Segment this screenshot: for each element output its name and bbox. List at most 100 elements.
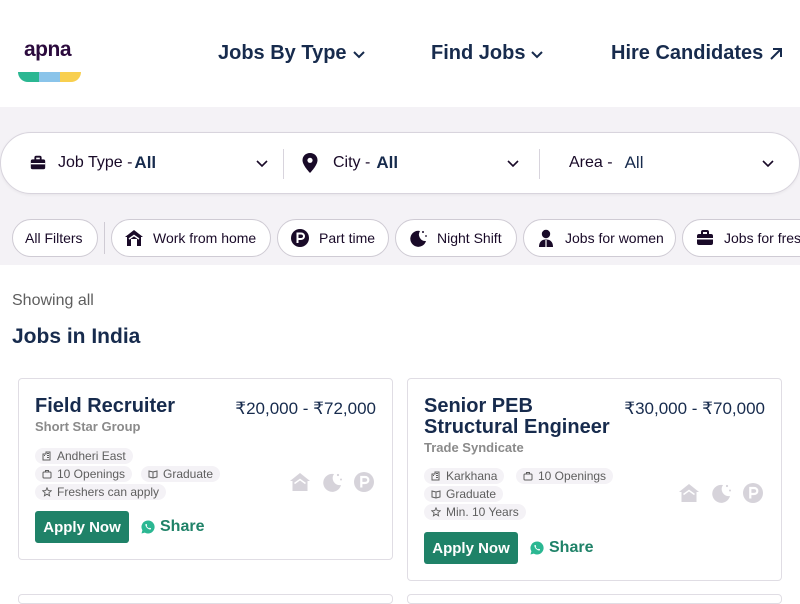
results-heading: Jobs in India xyxy=(12,325,141,348)
logo-bar-green xyxy=(18,72,39,82)
experience-text: Freshers can apply xyxy=(57,485,160,499)
star-icon xyxy=(431,507,441,517)
job-type-value: All xyxy=(134,153,157,172)
star-icon xyxy=(42,487,52,497)
location-text: Andheri East xyxy=(57,449,126,463)
job-card[interactable]: Field Recruiter Short Star Group ₹20,000… xyxy=(18,378,393,560)
nav-hire-candidates[interactable]: Hire Candidates xyxy=(611,42,784,65)
job-type-select[interactable]: Job Type - All xyxy=(29,133,279,193)
apply-now-button[interactable]: Apply Now xyxy=(424,532,518,564)
nav-hire-candidates-label: Hire Candidates xyxy=(611,42,764,64)
city-select[interactable]: City - All xyxy=(302,133,532,193)
job-feature-icons xyxy=(289,471,375,493)
home-icon xyxy=(125,230,143,246)
briefcase-icon xyxy=(30,155,46,170)
chevron-down-icon xyxy=(507,160,519,168)
salary: ₹20,000 - ₹72,000 xyxy=(235,399,376,418)
part-time-icon xyxy=(291,229,309,247)
share-label: Share xyxy=(160,518,205,535)
company-name: Trade Syndicate xyxy=(424,440,524,455)
job-title[interactable]: Field Recruiter xyxy=(35,396,175,417)
arrow-up-right-icon xyxy=(770,47,783,60)
experience-tag: Min. 10 Years xyxy=(424,504,526,520)
moon-icon xyxy=(323,473,342,492)
education-text: Graduate xyxy=(446,487,497,501)
share-button[interactable]: Share xyxy=(141,518,204,536)
building-icon xyxy=(431,471,440,481)
openings-text: 10 Openings xyxy=(538,469,607,483)
showing-text: Showing all xyxy=(12,292,94,309)
nav-jobs-by-type[interactable]: Jobs By Type xyxy=(218,42,366,65)
chip-work-from-home[interactable]: Work from home xyxy=(111,219,271,257)
chevron-down-icon xyxy=(531,50,544,58)
education-tag: Graduate xyxy=(424,486,504,502)
all-filters-button[interactable]: All Filters xyxy=(12,219,98,257)
graduation-icon xyxy=(431,490,441,499)
openings-tag: 10 Openings xyxy=(516,468,614,484)
search-divider xyxy=(283,149,284,179)
location-tag: Karkhana xyxy=(424,468,505,484)
salary: ₹30,000 - ₹70,000 xyxy=(624,399,765,418)
chip-night-shift[interactable]: Night Shift xyxy=(395,219,517,257)
part-time-icon xyxy=(354,472,374,492)
whatsapp-icon xyxy=(530,541,544,555)
chevron-down-icon xyxy=(352,50,365,58)
experience-text: Min. 10 Years xyxy=(446,505,519,519)
logo-text: apna xyxy=(24,38,72,61)
logo-bar-yellow xyxy=(60,72,81,82)
experience-tag: Freshers can apply xyxy=(35,484,167,500)
graduation-icon xyxy=(148,470,158,479)
woman-icon xyxy=(539,229,553,247)
openings-tag: 10 Openings xyxy=(35,466,133,482)
search-divider xyxy=(539,149,540,179)
openings-text: 10 Openings xyxy=(57,467,126,481)
company-name: Short Star Group xyxy=(35,419,141,434)
job-card-partial[interactable] xyxy=(18,594,393,604)
chip-jobs-for-freshers[interactable]: Jobs for fresh xyxy=(682,219,800,257)
education-tag: Graduate xyxy=(141,466,221,482)
chip-label: Jobs for women xyxy=(565,230,664,246)
job-title[interactable]: Senior PEB Structural Engineer xyxy=(424,396,614,438)
whatsapp-icon xyxy=(141,520,155,534)
openings-icon xyxy=(42,470,52,479)
location-text: Karkhana xyxy=(446,469,498,483)
chip-part-time[interactable]: Part time xyxy=(277,219,389,257)
logo-bar-blue xyxy=(39,72,60,82)
nav-jobs-by-type-label: Jobs By Type xyxy=(218,42,347,64)
area-label: Area - xyxy=(569,154,613,171)
nav-find-jobs[interactable]: Find Jobs xyxy=(431,42,544,65)
briefcase-icon xyxy=(697,230,713,245)
moon-icon xyxy=(712,484,731,503)
chevron-down-icon xyxy=(256,160,268,168)
search-bar: Job Type - All City - All Area - All xyxy=(0,132,800,194)
chip-label: Part time xyxy=(319,230,376,246)
all-filters-label: All Filters xyxy=(25,230,83,246)
moon-icon xyxy=(410,230,427,247)
openings-icon xyxy=(523,472,533,481)
city-label: City - xyxy=(333,154,371,171)
chip-jobs-for-women[interactable]: Jobs for women xyxy=(523,219,676,257)
job-feature-icons xyxy=(678,482,764,504)
nav-find-jobs-label: Find Jobs xyxy=(431,42,526,64)
job-type-label: Job Type - xyxy=(58,154,133,171)
job-card-partial[interactable] xyxy=(407,594,782,604)
chip-label: Work from home xyxy=(153,230,257,246)
home-icon xyxy=(290,473,310,491)
location-tag: Andheri East xyxy=(35,448,133,464)
location-pin-icon xyxy=(302,153,318,173)
share-button[interactable]: Share xyxy=(530,539,593,557)
job-card[interactable]: Senior PEB Structural Engineer Trade Syn… xyxy=(407,378,782,581)
education-text: Graduate xyxy=(163,467,214,481)
area-select[interactable]: Area - All xyxy=(569,133,784,193)
chip-label: Night Shift xyxy=(437,230,502,246)
apna-logo[interactable]: apna xyxy=(18,38,81,82)
site-header: apna Jobs By Type Find Jobs Hire Candida… xyxy=(0,0,800,107)
area-value: All xyxy=(624,153,644,172)
apply-now-button[interactable]: Apply Now xyxy=(35,511,129,543)
part-time-icon xyxy=(743,483,763,503)
city-value: All xyxy=(376,153,399,172)
building-icon xyxy=(42,451,51,461)
home-icon xyxy=(679,484,699,502)
chip-divider xyxy=(104,222,105,254)
share-label: Share xyxy=(549,539,594,556)
